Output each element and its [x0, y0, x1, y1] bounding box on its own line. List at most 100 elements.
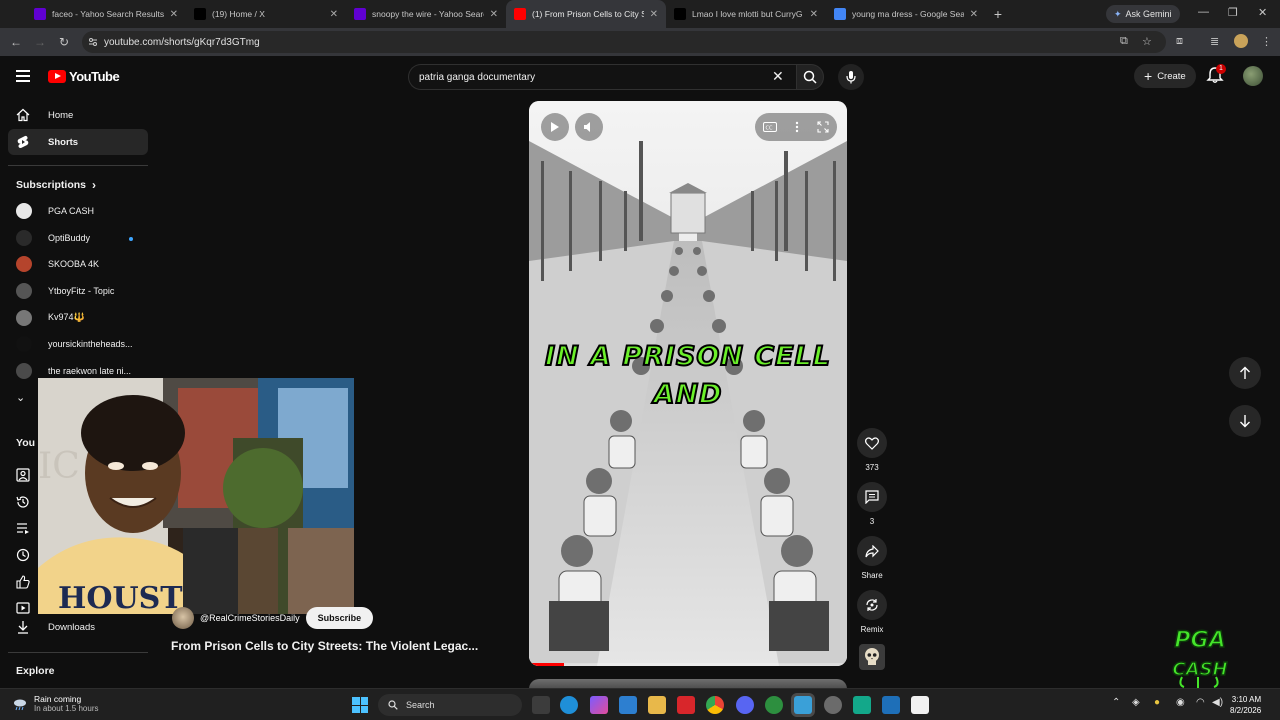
channel-avatar[interactable] [172, 607, 194, 629]
volume-tray-icon[interactable]: ◀) [1212, 697, 1223, 708]
fullscreen-icon[interactable] [817, 121, 829, 133]
show-hidden-icons[interactable]: ⌃ [1112, 697, 1120, 708]
sound-thumbnail[interactable] [859, 644, 885, 670]
voice-search-button[interactable] [838, 64, 864, 90]
sidebar-item-shorts[interactable]: Shorts [8, 129, 148, 155]
active-app-icon[interactable] [794, 696, 812, 714]
account-avatar[interactable] [1243, 66, 1263, 86]
close-tab-icon[interactable]: ✕ [810, 9, 818, 20]
app-green-icon[interactable] [853, 696, 871, 714]
search-button[interactable] [796, 64, 824, 90]
subscription-item[interactable]: OptiBuddy [8, 225, 148, 252]
video-progress-bar[interactable] [529, 663, 847, 666]
system-clock[interactable]: 3:10 AM 8/2/2026 [1230, 694, 1261, 716]
browser-tab[interactable]: faceo - Yahoo Search Results ✕ [26, 0, 186, 28]
youtube-logo[interactable]: YouTube [48, 69, 120, 84]
xbox-icon[interactable] [765, 696, 783, 714]
search-input[interactable]: patria ganga documentary [408, 64, 796, 90]
bookmark-star-icon[interactable]: ☆ [1142, 35, 1152, 48]
discord-icon[interactable] [736, 696, 754, 714]
start-button[interactable] [352, 697, 368, 713]
play-button[interactable] [541, 113, 569, 141]
subscription-item[interactable]: YtboyFitz - Topic [8, 278, 148, 305]
ask-gemini-button[interactable]: ✦ Ask Gemini [1106, 5, 1180, 23]
create-button[interactable]: + Create [1134, 64, 1196, 88]
wifi-icon[interactable]: ◠ [1196, 697, 1205, 708]
vpn-icon[interactable]: ◉ [1176, 697, 1185, 708]
browser-tab[interactable]: snoopy the wire - Yahoo Search ✕ [346, 0, 506, 28]
task-view-icon[interactable] [532, 696, 550, 714]
comments-button[interactable] [857, 482, 887, 512]
your-channel-icon[interactable] [16, 462, 32, 489]
tray-app-icon[interactable]: ◈ [1132, 697, 1140, 708]
your-videos-icon[interactable] [16, 595, 32, 622]
browser-menu-icon[interactable]: ⋮ [1261, 35, 1272, 48]
channel-handle[interactable]: @RealCrimeStoriesDaily [200, 613, 300, 623]
subscriptions-heading[interactable]: Subscriptions › [8, 178, 148, 192]
new-tab-button[interactable]: + [986, 6, 1010, 22]
close-tab-icon[interactable]: ✕ [490, 9, 498, 20]
arrow-down-icon [1240, 415, 1250, 428]
reload-icon[interactable]: ↻ [52, 35, 76, 49]
microphone-tray-icon[interactable]: ● [1154, 697, 1160, 708]
edge-icon[interactable] [560, 696, 578, 714]
previous-short-button[interactable] [1229, 357, 1261, 389]
close-tab-icon[interactable]: ✕ [330, 9, 338, 20]
minimize-icon[interactable]: — [1198, 6, 1209, 18]
like-button[interactable] [857, 428, 887, 458]
browser-tab[interactable]: Lmao I love mlotti but CurryG ✕ [666, 0, 826, 28]
app-blue-icon[interactable] [882, 696, 900, 714]
short-video-player[interactable]: CC IN A PRISON CELL AND [529, 101, 847, 666]
close-tab-icon[interactable]: ✕ [170, 9, 178, 20]
obs-icon[interactable] [824, 696, 842, 714]
liked-videos-icon[interactable] [16, 568, 32, 595]
remix-button[interactable] [857, 590, 887, 620]
sidebar-divider [8, 165, 148, 166]
weather-widget[interactable]: Rain coming In about 1.5 hours [12, 694, 99, 713]
subscription-item[interactable]: PGA CASH [8, 198, 148, 225]
chrome-icon[interactable] [706, 696, 724, 714]
subscription-item[interactable]: Kv974🔱 [8, 304, 148, 331]
watch-later-icon[interactable] [16, 542, 32, 569]
restore-icon[interactable]: ❐ [1228, 6, 1238, 19]
file-explorer-icon[interactable] [648, 696, 666, 714]
next-short-button[interactable] [1229, 405, 1261, 437]
channel-avatar [16, 283, 32, 300]
share-button[interactable] [857, 536, 887, 566]
app-l-icon[interactable] [677, 696, 695, 714]
back-arrow-icon[interactable]: ← [4, 35, 28, 49]
capcut-icon[interactable] [911, 696, 929, 714]
extensions-icon[interactable]: ⧈ [1176, 35, 1183, 48]
sidebar-item-downloads[interactable]: Downloads [16, 620, 95, 634]
remix-icon [866, 599, 878, 611]
sidebar-item-home[interactable]: Home [8, 102, 148, 128]
volume-button[interactable] [575, 113, 603, 141]
hamburger-menu-icon[interactable] [16, 70, 30, 82]
url-bar[interactable]: youtube.com/shorts/gKqr7d3GTmg [82, 31, 1166, 53]
app-icon[interactable] [619, 696, 637, 714]
tab-search-icon[interactable]: ≣ [1210, 35, 1219, 48]
copilot-icon[interactable] [590, 696, 608, 714]
profile-avatar[interactable] [1234, 34, 1248, 48]
browser-tab[interactable]: (1) From Prison Cells to City Str ✕ [506, 0, 666, 28]
browser-tab[interactable]: (19) Home / X ✕ [186, 0, 346, 28]
browser-tab[interactable]: young ma dress - Google Search ✕ [826, 0, 986, 28]
subscribe-button[interactable]: Subscribe [305, 607, 374, 629]
subscription-item[interactable]: SKOOBA 4K [8, 251, 148, 278]
search-icon [388, 700, 398, 710]
install-app-icon[interactable]: ⧉ [1120, 35, 1128, 48]
short-title[interactable]: From Prison Cells to City Streets: The V… [171, 639, 501, 653]
playlists-icon[interactable] [16, 515, 32, 542]
close-window-icon[interactable]: ✕ [1258, 6, 1267, 19]
close-tab-icon[interactable]: ✕ [650, 9, 658, 20]
forward-arrow-icon[interactable]: → [28, 35, 52, 49]
taskbar-search[interactable]: Search [378, 694, 522, 716]
subscription-item[interactable]: yoursickintheheads... [8, 331, 148, 358]
close-tab-icon[interactable]: ✕ [970, 9, 978, 20]
captions-icon[interactable]: CC [763, 122, 777, 132]
more-options-icon[interactable] [795, 121, 799, 133]
site-info-icon[interactable] [88, 37, 98, 47]
clear-search-icon[interactable]: ✕ [772, 68, 784, 85]
you-heading[interactable]: You [16, 437, 35, 449]
history-icon[interactable] [16, 489, 32, 516]
